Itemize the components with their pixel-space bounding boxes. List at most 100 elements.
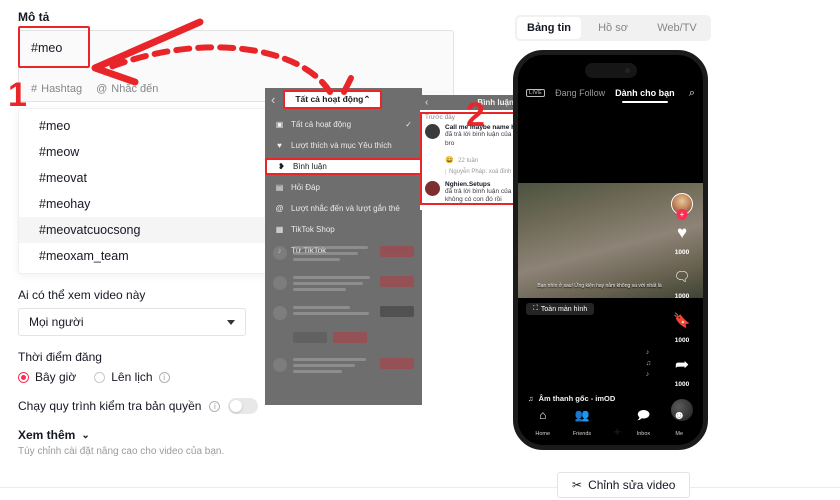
privacy-value: Mọi người [29, 315, 84, 329]
see-more-button[interactable]: Xem thêm ⌄ [18, 428, 454, 442]
menu-item-label: Lượt nhắc đến và lượt gắn thẻ [291, 204, 400, 213]
nav-home[interactable]: ⌂ Home [535, 407, 551, 440]
activity-panel-header: ‹ Tất cả hoạt động⌃ [265, 88, 422, 110]
nav-inbox[interactable]: 🗩 Inbox [637, 408, 650, 440]
nav-friends[interactable]: 👥 Friends [572, 407, 592, 440]
bookmark-count: 1000 [674, 337, 690, 344]
radio-schedule-dot [94, 371, 106, 383]
menu-item-qa[interactable]: ▤ Hỏi Đáp [265, 177, 422, 198]
description-label: Mô tả [18, 10, 50, 24]
radio-now[interactable]: Bây giờ [18, 370, 76, 384]
activity-filter-button[interactable]: Tất cả hoạt động⌃ [283, 89, 383, 109]
comment-emoji: 😄 [445, 156, 454, 164]
home-icon: ⌂ [539, 407, 547, 422]
chevron-down-icon [227, 319, 235, 325]
share-count: 1000 [674, 381, 690, 388]
like-button[interactable]: ♥ 1000 [667, 224, 697, 259]
list-item[interactable]: #meoxam_team [19, 243, 293, 269]
list-item [265, 240, 422, 270]
tab-feed[interactable]: Bảng tin [517, 17, 581, 39]
nav-profile[interactable]: ☻ Me [672, 407, 686, 440]
hashtag-suggestion-list[interactable]: #meo #meow #meovat #meohay #meovatcuocso… [18, 108, 294, 274]
edit-video-button[interactable]: ✂ Chỉnh sửa video [557, 472, 691, 498]
grid-icon: ▣ [275, 120, 284, 129]
shop-icon: ▦ [275, 225, 284, 234]
mention-tag-icon: @ [275, 204, 284, 213]
preview-tabs[interactable]: Bảng tin Hồ sơ Web/TV [515, 15, 711, 41]
nav-profile-label: Me [675, 430, 684, 437]
bookmark-button[interactable]: 🔖 1000 [667, 312, 697, 347]
list-item[interactable]: #meow [19, 139, 293, 165]
list-item[interactable]: #meovatcuocsong [19, 217, 293, 243]
avatar [273, 358, 287, 372]
list-item [265, 270, 422, 300]
avatar [425, 180, 440, 196]
bookmark-icon: 🔖 [673, 312, 691, 328]
comment-icon: ❥ [278, 162, 285, 171]
chevron-down-icon: ⌄ [81, 429, 90, 441]
list-item [265, 300, 422, 326]
comment-button[interactable]: 🗨 1000 [667, 268, 697, 303]
see-more-note: Tùy chỉnh cài đặt nâng cao cho video của… [18, 446, 225, 457]
sound-row[interactable]: ♫ Âm thanh gốc - imOD [528, 394, 615, 403]
hashtag-tool[interactable]: # Hashtag [31, 83, 82, 95]
avatar[interactable] [671, 193, 693, 215]
info-icon[interactable]: i [158, 371, 170, 383]
chevron-left-icon[interactable]: ‹ [271, 92, 275, 107]
avatar [273, 276, 287, 290]
chevron-up-icon: ⌃ [363, 93, 371, 104]
avatar-thumb [380, 306, 414, 317]
mention-icon: @ [96, 83, 108, 95]
share-icon: ➦ [674, 355, 690, 374]
tab-webtv[interactable]: Web/TV [645, 17, 709, 39]
phone-notch [584, 63, 637, 78]
search-icon[interactable]: ⌕ [689, 87, 695, 100]
phone-tab-foryou[interactable]: Dành cho bạn [615, 88, 675, 103]
fullscreen-button[interactable]: ⛶ Toàn màn hình [526, 303, 595, 315]
privacy-select[interactable]: Mọi người [18, 308, 246, 336]
follow-button [380, 276, 414, 287]
info-icon[interactable]: i [209, 400, 221, 412]
list-item[interactable]: #meovat [19, 165, 293, 191]
menu-item-label: Bình luận [293, 162, 327, 171]
friends-icon: 👥 [574, 407, 590, 422]
menu-item-shop[interactable]: ▦ TikTok Shop [265, 219, 422, 240]
phone-tab-following[interactable]: Đang Follow [555, 88, 605, 98]
tab-profile[interactable]: Hồ sơ [581, 17, 645, 39]
share-button[interactable]: ➦ 1000 [667, 356, 697, 391]
copyright-toggle[interactable] [228, 398, 259, 414]
list-item [265, 352, 422, 382]
floating-notes-icon: ♪ ♫ ♪ [645, 349, 651, 379]
activity-filter-label: Tất cả hoạt động [295, 93, 364, 104]
nav-home-label: Home [535, 430, 551, 437]
heart-icon: ♥ [676, 223, 688, 242]
list-item[interactable]: #meohay [19, 191, 293, 217]
scissors-icon: ✂ [572, 478, 583, 492]
phone-navbar[interactable]: ⌂ Home 👥 Friends 🗩 Inbox ☻ Me [518, 407, 703, 440]
hashtag-icon: # [31, 83, 38, 95]
background-suggestion-list [265, 240, 422, 405]
chevron-left-icon[interactable]: ‹ [425, 97, 428, 108]
list-item[interactable]: #meo [19, 113, 293, 139]
radio-schedule-label: Lên lịch [111, 370, 153, 384]
preview-panel: Bảng tin Hồ sơ Web/TV LIVE Đang Follow D… [495, 0, 735, 500]
sound-label: Âm thanh gốc - imOD [538, 394, 616, 403]
radio-schedule[interactable]: Lên lịch i [94, 370, 170, 384]
menu-item-comments[interactable]: ❥ Bình luận [265, 158, 422, 175]
edit-video-label: Chỉnh sửa video [588, 478, 676, 492]
description-value: #meo [31, 41, 63, 55]
live-icon[interactable]: LIVE [526, 89, 546, 97]
step-2-marker: 2 [466, 96, 485, 134]
expand-icon: ⛶ [533, 305, 538, 312]
profile-icon: ☻ [672, 407, 686, 422]
menu-item-likes[interactable]: ♥ Lượt thích và mục Yêu thích [265, 135, 422, 156]
activity-menu[interactable]: ▣ Tất cả hoạt động ✓ ♥ Lượt thích và mục… [265, 110, 422, 261]
nav-friends-label: Friends [572, 430, 592, 437]
avatar [273, 246, 287, 260]
comment-count: 1000 [674, 293, 690, 300]
fullscreen-label: Toàn màn hình [540, 305, 588, 313]
mention-tool[interactable]: @ Nhắc đến [96, 83, 158, 95]
see-more-label: Xem thêm [18, 428, 76, 442]
menu-item-mentions[interactable]: @ Lượt nhắc đến và lượt gắn thẻ [265, 198, 422, 219]
menu-item-all[interactable]: ▣ Tất cả hoạt động ✓ [265, 114, 422, 135]
